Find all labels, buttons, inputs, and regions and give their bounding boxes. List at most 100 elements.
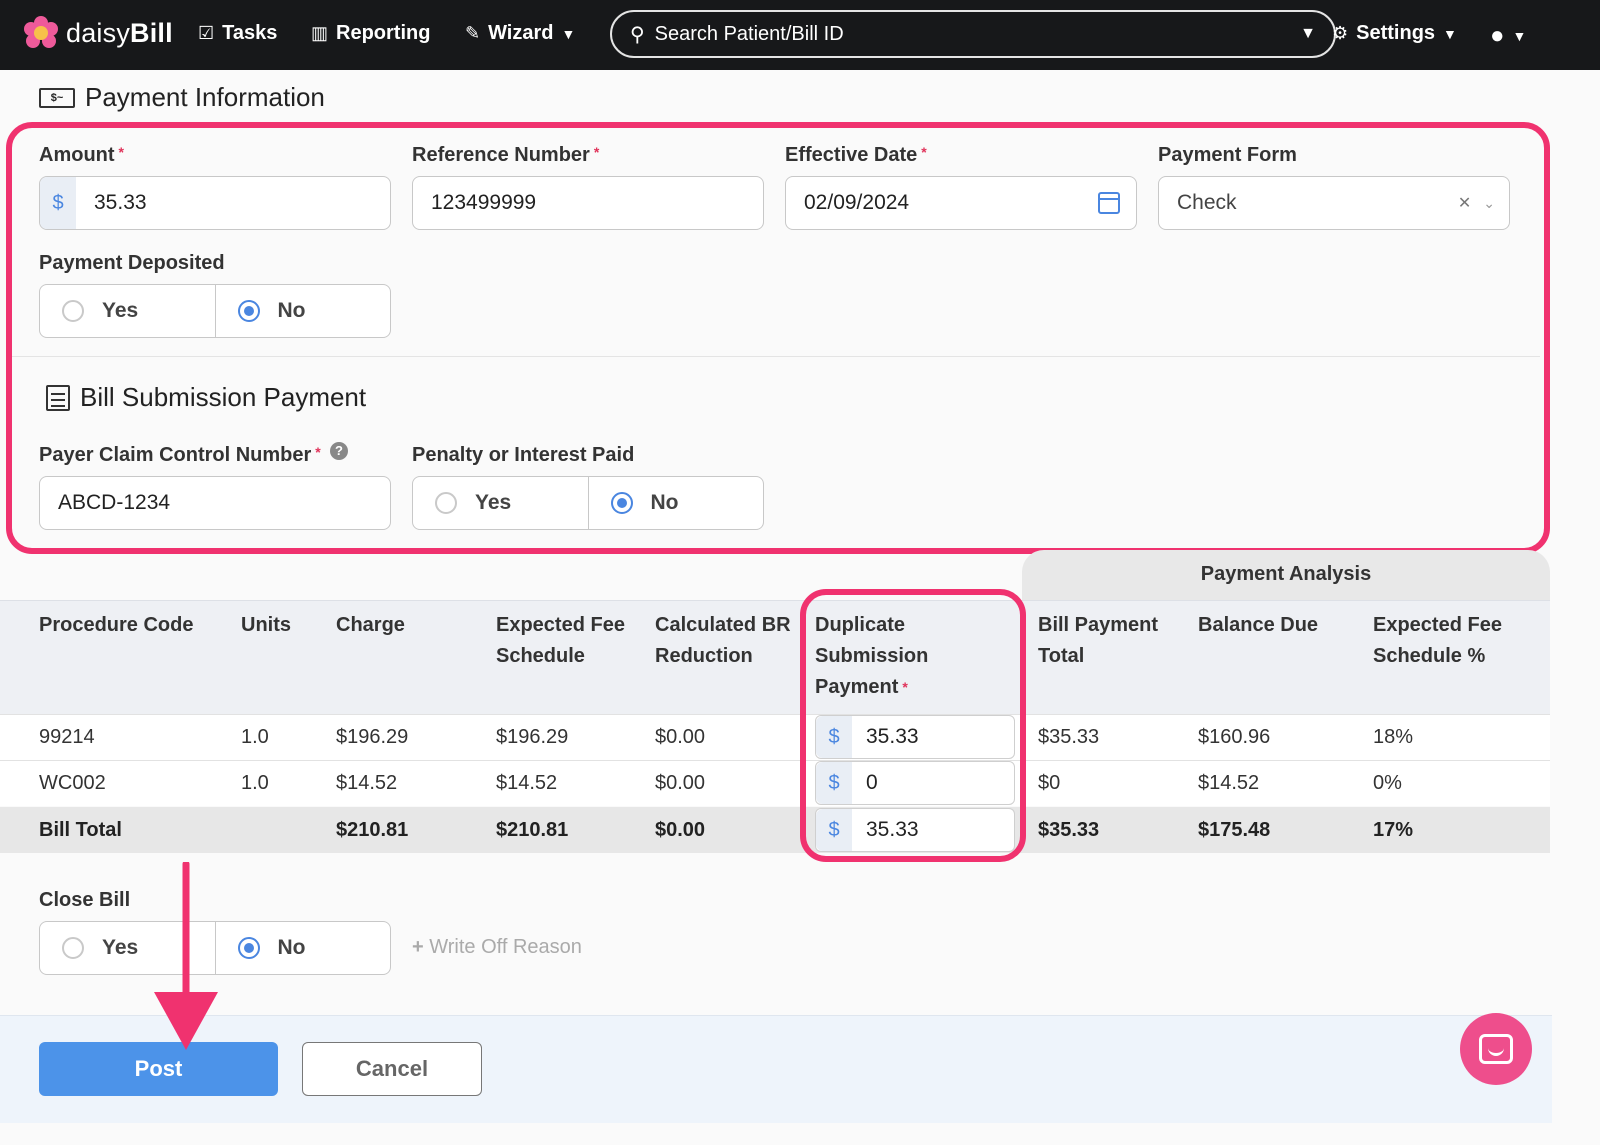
duplicate-payment-input[interactable]: $ 35.33 [815,715,1015,759]
total-expected-fee: $210.81 [496,819,569,841]
col-expected-fee-schedule-pct: Expected Fee Schedule % [1373,614,1502,667]
cell-fee-schedule-pct: 0% [1373,772,1402,794]
penalty-yes[interactable]: Yes [413,477,588,529]
nav-reporting[interactable]: ▥ Reporting [311,22,430,45]
cell-procedure-code: 99214 [39,726,95,748]
cell-procedure-code: WC002 [39,772,106,794]
col-units: Units [241,614,291,636]
col-balance-due: Balance Due [1198,614,1319,636]
radio-unchecked-icon [62,300,84,322]
total-br-reduction: $0.00 [655,819,706,841]
amount-field[interactable]: $ 35.33 [39,176,391,230]
gear-icon: ⚙ [1332,23,1349,43]
payment-deposited-no[interactable]: No [214,285,391,337]
nav-wizard[interactable]: ✎ Wizard ▼ [465,22,575,45]
annotation-arrow-icon [154,862,218,1050]
daisy-logo-icon [24,16,58,50]
search-icon: ⚲ [630,23,645,46]
cell-units: 1.0 [241,772,269,794]
payment-form-select[interactable]: Check ✕ ⌄ [1158,176,1510,230]
invoice-icon [46,384,70,411]
penalty-no[interactable]: No [587,477,764,529]
radio-unchecked-icon [435,492,457,514]
chevron-down-icon: ▼ [561,25,576,42]
user-menu[interactable]: ● ▼ [1490,22,1526,50]
cell-balance-due: $14.52 [1198,772,1260,794]
clipboard-check-icon: ☑ [198,23,215,43]
dollar-icon: $ [816,762,852,804]
cell-bill-payment-total: $0 [1038,772,1061,794]
col-calculated-br-reduction: Calculated BR Reduction [655,614,791,667]
penalty-radio-group: Yes No [412,476,764,530]
cell-charge: $14.52 [336,772,398,794]
money-check-icon: $~ [39,87,75,108]
search-input[interactable] [654,22,1301,46]
section-divider [12,356,1540,357]
amount-label: Amount * [39,144,124,166]
payment-deposited-yes[interactable]: Yes [40,285,215,337]
chevron-down-icon[interactable]: ⌄ [1483,195,1495,212]
dollar-icon: $ [816,809,852,851]
dollar-icon: $ [40,177,76,229]
cell-fee-schedule-pct: 18% [1373,726,1414,748]
col-duplicate-submission-payment: Duplicate Submission Payment * [815,614,929,698]
pccn-label: Payer Claim Control Number * [39,444,321,466]
nav-tasks[interactable]: ☑ Tasks [198,22,277,45]
chevron-down-icon[interactable]: ▼ [1300,25,1316,43]
col-expected-fee-schedule: Expected Fee Schedule [496,614,625,667]
cell-balance-due: $160.96 [1198,726,1271,748]
payment-deposited-label: Payment Deposited [39,252,225,274]
duplicate-payment-input[interactable]: $ 0 [815,761,1015,805]
bill-submission-heading: Bill Submission Payment [46,382,366,413]
close-bill-no[interactable]: No [214,922,391,974]
total-bill-payment: $35.33 [1038,819,1100,841]
total-fee-schedule-pct: 17% [1373,819,1414,841]
total-balance-due: $175.48 [1198,819,1271,841]
calendar-icon[interactable] [1098,192,1120,214]
plus-icon: + [412,936,424,958]
clear-icon[interactable]: ✕ [1458,193,1471,213]
write-off-reason-link[interactable]: + Write Off Reason [412,936,582,959]
brand-logo[interactable]: daisyBill [24,16,173,50]
effective-date-field[interactable]: 02/09/2024 [785,176,1137,230]
chat-launcher-button[interactable] [1460,1013,1532,1085]
magic-wand-icon: ✎ [465,23,481,43]
radio-checked-icon [237,300,260,322]
col-charge: Charge [336,614,405,636]
cancel-button[interactable]: Cancel [302,1042,482,1096]
effective-date-label: Effective Date * [785,144,927,166]
bill-total-row [0,807,1550,853]
penalty-label: Penalty or Interest Paid [412,444,635,466]
payment-info-heading: $~ Payment Information [39,82,325,113]
reference-number-field[interactable]: 123499999 [412,176,764,230]
cell-units: 1.0 [241,726,269,748]
radio-checked-icon [610,492,633,514]
cell-charge: $196.29 [336,726,409,748]
payment-form-label: Payment Form [1158,144,1297,166]
bar-chart-icon: ▥ [311,23,329,43]
cell-br-reduction: $0.00 [655,726,706,748]
radio-unchecked-icon [62,937,84,959]
cell-bill-payment-total: $35.33 [1038,726,1100,748]
cell-expected-fee: $196.29 [496,726,569,748]
help-icon[interactable]: ? [330,442,348,460]
radio-checked-icon [237,937,260,959]
total-charge: $210.81 [336,819,409,841]
top-nav: daisyBill ☑ Tasks ▥ Reporting ✎ Wizard ▼… [0,0,1600,70]
patient-search[interactable]: ⚲ ▼ [610,10,1336,58]
chevron-down-icon: ▼ [1512,28,1527,44]
chevron-down-icon: ▼ [1443,25,1457,42]
cell-expected-fee: $14.52 [496,772,558,794]
nav-settings[interactable]: ⚙ Settings ▼ [1332,22,1457,45]
col-procedure-code: Procedure Code [39,614,194,636]
payment-deposited-radio-group: Yes No [39,284,391,338]
pccn-field[interactable]: ABCD-1234 [39,476,391,530]
bill-total-label: Bill Total [39,819,122,841]
table-row [0,760,1550,806]
close-bill-label: Close Bill [39,889,131,911]
dollar-icon: $ [816,716,852,758]
reference-number-label: Reference Number * [412,144,600,166]
total-duplicate-payment: $ 35.33 [815,808,1015,852]
col-bill-payment-total: Bill Payment Total [1038,614,1159,667]
brand-name: daisyBill [66,17,173,48]
